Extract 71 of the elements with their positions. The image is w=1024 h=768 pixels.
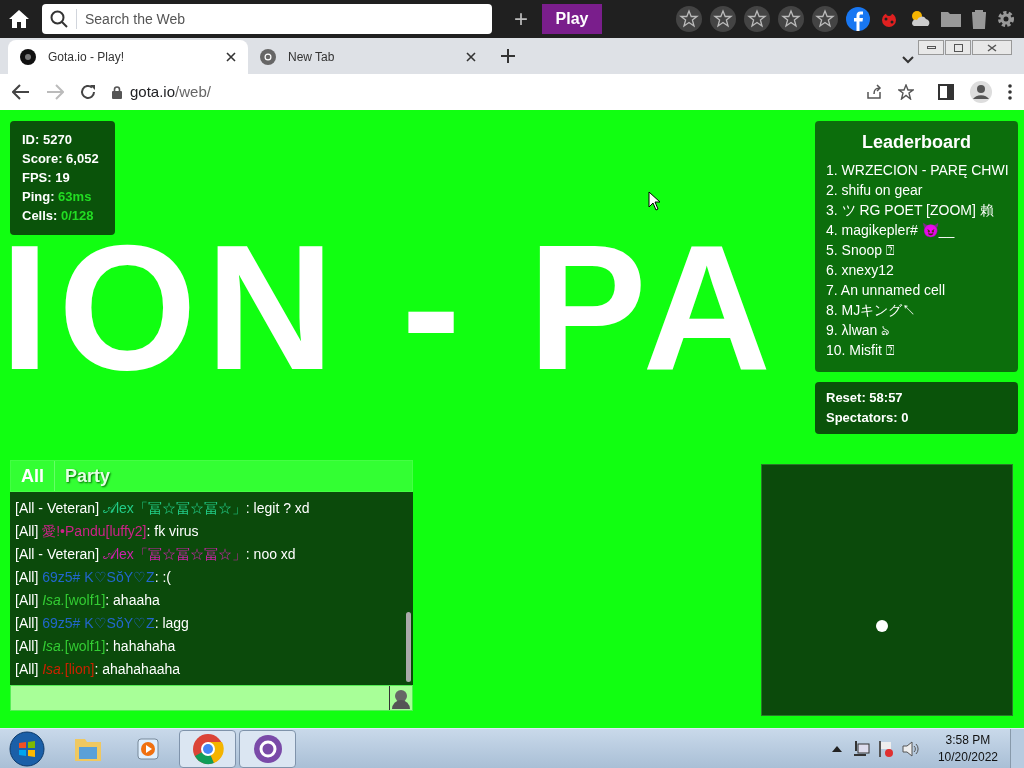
share-icon[interactable] [866,84,882,100]
clock-time[interactable]: 3:58 PM [945,731,991,749]
stat-line: Score: 6,052 [22,150,100,167]
maximize-button[interactable] [945,40,971,55]
facebook-icon[interactable] [846,7,870,31]
play-button[interactable]: Play [542,4,602,34]
server-info-line: Spectators: 0 [826,409,910,427]
search-icon [50,10,68,28]
chat-message: [All] 69z5# K♡SŏY♡Z: :( [15,568,172,587]
web-search-field[interactable]: Search the Web [42,4,492,34]
chat-message: [All] Isa.[wolf1]: ahaaha [15,591,161,610]
menu-icon[interactable] [1008,84,1012,100]
mouse-cursor-icon [648,191,661,211]
clock-date[interactable]: 10/20/2022 [937,748,998,766]
reload-icon[interactable] [80,84,96,100]
folder-icon[interactable] [940,10,962,28]
chrome-icon[interactable] [179,729,236,768]
leaderboard-entry: 1. WRZECION - PARĘ CHWI [826,161,1007,180]
chat-message: [All - Veteran] 𝒜lex「冨☆冨☆冨☆」: noo xd [15,545,297,564]
side-panel-icon[interactable] [938,84,954,100]
chat-message: [All] Isa.[lion]: ahahahaaha [15,660,182,679]
plus-icon [501,49,515,63]
settings-icon[interactable] [996,9,1016,29]
scrollbar-thumb[interactable] [406,612,411,682]
show-hidden-icons-icon[interactable] [831,745,842,752]
leaderboard-entry: 2. shifu on gear [826,181,924,200]
chat-message: [All] 愛!•Pandu[luffy2]: fk virus [15,522,200,541]
leaderboard-entry: 7. An unnamed cell [826,281,947,300]
stat-line: Cells: 0/128 [22,207,95,224]
home-icon[interactable] [8,9,30,29]
chat-message: [All] 69z5# K♡SŏY♡Z: lagg [15,614,190,633]
chat-input-field[interactable] [10,685,413,711]
chat-message: [All] Isa.[wolf1]: hahahaha [15,637,177,656]
leaderboard-entry: 9. λlwan ঌ [826,321,891,340]
browser-tab[interactable]: Gota.io - Play! [8,40,248,74]
chat-message: [All - Veteran] 𝒜lex「冨☆冨☆冨☆」: legit ? xd [15,499,311,518]
stat-line: ID: 5270 [22,131,73,148]
profile-icon[interactable] [970,81,992,103]
leaderboard-entry: 4. magikepler# 😈__ [826,221,956,240]
player-position-dot [876,620,888,632]
avatar-icon[interactable] [390,687,412,709]
stat-line: Ping: 63ms [22,188,93,205]
app-icon[interactable] [239,729,296,768]
add-button[interactable]: + [508,7,534,31]
leaderboard-entry: 5. Snoop ⍰ [826,241,895,260]
server-info-line: Reset: 58:57 [826,389,904,407]
search-input[interactable]: Search the Web [85,8,484,30]
leaderboard-entry: 8. MJキング↖ [826,301,918,320]
stat-line: FPS: 19 [22,169,71,186]
trash-icon[interactable] [970,9,988,29]
player-name-text: ION - PA [0,242,780,374]
minimize-button[interactable] [918,40,944,55]
address-field[interactable]: gota.io/web/ [112,80,211,104]
site-logo-icon [20,49,36,65]
close-tab-icon[interactable] [226,52,236,62]
leaderboard-entry: 6. xnexy12 [826,261,895,280]
close-tab-icon[interactable] [466,52,476,62]
flag-icon[interactable] [877,739,894,758]
leaderboard-entry: 3. ツ RG POET [ZOOM] 賴 [826,201,995,220]
chrome-icon [260,49,276,65]
leaderboard-title: Leaderboard [861,131,972,154]
chevron-down-icon[interactable] [902,56,914,64]
bookmark-star-icon[interactable] [898,84,914,100]
leaderboard-entry: 10. Misfit ⍰ [826,341,895,360]
volume-icon[interactable] [901,740,920,757]
close-window-button[interactable] [972,40,1012,55]
close-icon [987,43,997,52]
lock-icon [112,85,122,99]
network-icon[interactable] [853,740,870,757]
back-icon[interactable] [12,84,30,100]
start-button[interactable] [9,730,45,767]
